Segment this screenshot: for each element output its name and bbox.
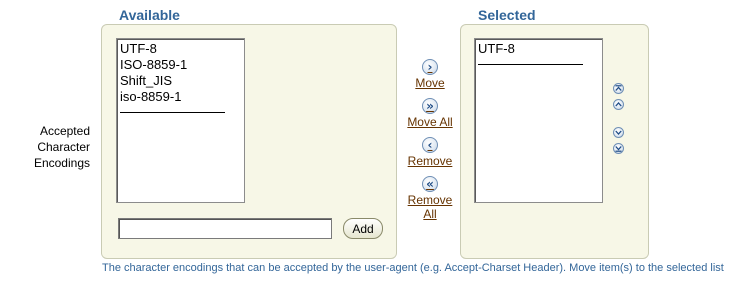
move-all-button[interactable]: » Move All	[400, 98, 460, 129]
remove-all-button[interactable]: « Remove All	[400, 176, 460, 221]
available-list-separator	[120, 112, 225, 113]
remove-left-icon: ‹	[422, 137, 438, 153]
available-option-iso-8859-1-lower[interactable]: iso-8859-1	[117, 89, 244, 105]
move-all-label: Move All	[407, 115, 453, 129]
field-label: Accepted Character Encodings	[10, 123, 90, 171]
field-label-line-3: Encodings	[33, 156, 90, 170]
field-label-line-1: Accepted	[39, 124, 90, 138]
remove-all-left-icon: «	[422, 176, 438, 192]
move-down-icon[interactable]	[613, 127, 624, 138]
remove-all-label-line-1: Remove	[407, 193, 453, 207]
move-right-icon: ›	[422, 59, 438, 75]
selected-list-separator	[478, 64, 583, 65]
add-button[interactable]: Add	[343, 218, 383, 239]
move-all-right-icon: »	[422, 98, 438, 114]
move-to-bottom-icon[interactable]	[613, 143, 624, 154]
available-option-shift-jis[interactable]: Shift_JIS	[117, 73, 244, 89]
add-encoding-input[interactable]	[118, 218, 332, 239]
move-up-icon[interactable]	[613, 99, 624, 110]
selected-option-utf-8[interactable]: UTF-8	[475, 41, 602, 57]
remove-label: Remove	[407, 154, 453, 168]
available-option-iso-8859-1[interactable]: ISO-8859-1	[117, 57, 244, 73]
selected-list[interactable]: UTF-8	[474, 38, 603, 203]
move-to-top-icon[interactable]	[613, 83, 624, 94]
remove-button[interactable]: ‹ Remove	[400, 137, 460, 168]
remove-all-label-line-2: All	[423, 207, 437, 221]
available-option-utf-8[interactable]: UTF-8	[117, 41, 244, 57]
field-label-line-2: Character	[37, 140, 90, 154]
instruction-text: The character encodings that can be acce…	[102, 262, 724, 274]
available-list[interactable]: UTF-8 ISO-8859-1 Shift_JIS iso-8859-1	[116, 38, 245, 203]
selected-header: Selected	[478, 7, 536, 23]
move-button[interactable]: › Move	[405, 59, 455, 90]
available-header: Available	[119, 7, 180, 23]
move-label: Move	[415, 76, 445, 90]
